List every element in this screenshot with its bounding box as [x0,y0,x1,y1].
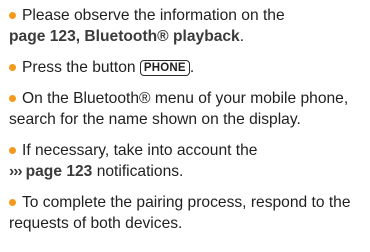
page-reference-link[interactable]: page 123 [26,163,93,180]
step-text: If necessary, take into account the [22,142,258,159]
phone-key-label: PHONE [139,60,190,76]
bullet-dot-icon [9,147,16,154]
list-item: If necessary, take into account the ››› p… [9,140,365,182]
instruction-list: Please observe the information on the pa… [9,5,365,234]
step-text-end: . [189,59,195,76]
reference-arrows-icon: ››› [9,163,23,180]
step-text-end: notifications. [96,163,184,180]
step-text: To complete the pairing process, respond… [9,194,351,232]
bullet-dot-icon [9,199,16,206]
step-text: Please observe the information on the [22,7,285,24]
list-item: Please observe the information on the pa… [9,5,365,47]
bullet-dot-icon [9,12,16,19]
page-reference-link[interactable]: page 123, Bluetooth® playback [9,28,240,45]
step-text-end: . [239,28,245,45]
list-item: On the Bluetooth® menu of your mobile ph… [9,88,365,130]
bullet-dot-icon [9,95,16,102]
step-text: Press the button [22,59,136,76]
list-item: To complete the pairing process, respond… [9,192,365,234]
bullet-dot-icon [9,64,16,71]
list-item: Press the button PHONE. [9,57,365,78]
step-text: On the Bluetooth® menu of your mobile ph… [9,90,349,128]
